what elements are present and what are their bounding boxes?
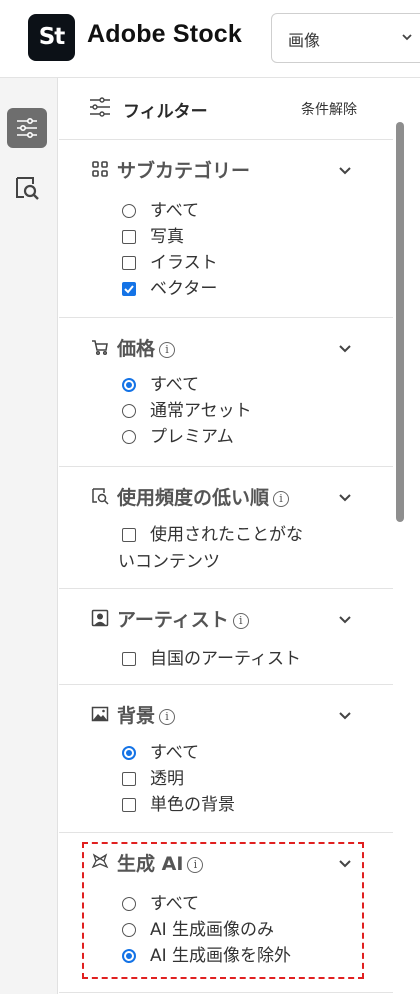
- option-label: すべて: [150, 743, 200, 763]
- sliders-icon: [90, 97, 110, 117]
- section-title[interactable]: 価格 i: [117, 334, 176, 361]
- option-label: 透明: [150, 769, 184, 789]
- filter-section-generative-ai: 生成 AI i: [59, 833, 393, 993]
- section-title-text: 背景: [117, 705, 156, 727]
- option-label: 使用されたことがな: [150, 525, 303, 545]
- checkmark-icon: [124, 285, 134, 294]
- section-title[interactable]: 生成 AI i: [117, 849, 204, 876]
- app-header: St Adobe Stock 画像: [0, 0, 420, 78]
- section-title[interactable]: アーティスト i: [117, 605, 249, 632]
- section-title[interactable]: 背景 i: [117, 701, 176, 728]
- radio-button[interactable]: [122, 923, 136, 937]
- checkbox[interactable]: [122, 230, 136, 244]
- section-title-text: 生成 AI: [117, 853, 184, 875]
- radio-button[interactable]: [122, 430, 136, 444]
- option-label: イラスト: [150, 253, 218, 273]
- radio-button[interactable]: [122, 897, 136, 911]
- filter-title: フィルター: [123, 102, 208, 122]
- option-label: ベクター: [150, 279, 218, 299]
- asset-type-select[interactable]: 画像: [271, 13, 420, 63]
- filter-panel: フィルター 条件解除 サブカテゴリー すべて 写真 イラスト ベクター 価格 i …: [59, 78, 393, 994]
- option-label: すべて: [150, 894, 200, 914]
- option-label: 単色の背景: [150, 795, 235, 815]
- person-icon: [91, 609, 109, 627]
- option-label-line2: いコンテンツ: [118, 552, 220, 572]
- asset-type-value: 画像: [288, 31, 321, 50]
- info-icon[interactable]: i: [159, 709, 176, 725]
- section-title-text: 使用頻度の低い順: [117, 487, 270, 509]
- filter-panel-header: フィルター 条件解除: [59, 78, 393, 140]
- chevron-down-icon[interactable]: [337, 707, 353, 723]
- option-label: AI 生成画像を除外: [150, 946, 292, 966]
- filter-section-undiscovered: 使用頻度の低い順 i 使用されたことがな いコンテンツ: [59, 467, 393, 589]
- clear-filters-link[interactable]: 条件解除: [301, 99, 357, 119]
- brand-name[interactable]: Adobe Stock: [87, 20, 242, 49]
- filter-section-subcategory: サブカテゴリー すべて 写真 イラスト ベクター: [59, 140, 393, 318]
- filter-section-background: 背景 i すべて 透明 単色の背景: [59, 685, 393, 833]
- option-label: AI 生成画像のみ: [150, 920, 275, 940]
- cart-icon: [92, 340, 108, 356]
- filter-section-artist: アーティスト i 自国のアーティスト: [59, 589, 393, 685]
- image-icon: [91, 706, 109, 722]
- info-icon[interactable]: i: [232, 613, 249, 629]
- option-label: プレミアム: [150, 427, 234, 447]
- section-title-text: 価格: [117, 338, 156, 360]
- checkbox-checked[interactable]: [122, 282, 136, 296]
- checkbox[interactable]: [122, 528, 136, 542]
- option-label: すべて: [150, 375, 200, 395]
- radio-button-selected[interactable]: [122, 746, 136, 760]
- radio-button[interactable]: [122, 204, 136, 218]
- filter-section-price: 価格 i すべて 通常アセット プレミアム: [59, 318, 393, 467]
- info-icon[interactable]: i: [273, 491, 290, 507]
- checkbox[interactable]: [122, 256, 136, 270]
- search-preview-icon: [16, 177, 39, 200]
- radio-button-selected[interactable]: [122, 378, 136, 392]
- checkbox[interactable]: [122, 798, 136, 812]
- ai-icon: [91, 853, 109, 869]
- chevron-down-icon: [402, 34, 412, 41]
- search-preview-button[interactable]: [13, 174, 43, 204]
- option-label: 自国のアーティスト: [150, 649, 301, 669]
- checkbox[interactable]: [122, 772, 136, 786]
- search-preview-icon: [92, 488, 109, 505]
- radio-button-selected[interactable]: [122, 949, 136, 963]
- section-title[interactable]: サブカテゴリー: [117, 156, 250, 183]
- radio-button[interactable]: [122, 404, 136, 418]
- chevron-down-icon[interactable]: [337, 611, 353, 627]
- chevron-down-icon[interactable]: [337, 855, 353, 871]
- info-icon[interactable]: i: [159, 342, 176, 358]
- grid-icon: [92, 161, 108, 177]
- checkbox[interactable]: [122, 652, 136, 666]
- filters-toggle-button[interactable]: [7, 108, 47, 148]
- scrollbar-thumb[interactable]: [396, 122, 404, 522]
- section-title[interactable]: 使用頻度の低い順 i: [117, 483, 290, 510]
- sliders-icon: [17, 117, 37, 138]
- chevron-down-icon[interactable]: [337, 489, 353, 505]
- option-label: 写真: [150, 227, 184, 247]
- info-icon[interactable]: i: [187, 857, 204, 873]
- option-label: すべて: [150, 201, 200, 221]
- left-rail: [0, 78, 58, 994]
- option-label: 通常アセット: [150, 401, 252, 421]
- adobe-stock-logo[interactable]: St: [28, 14, 75, 61]
- section-title-text: アーティスト: [117, 609, 229, 631]
- chevron-down-icon[interactable]: [337, 340, 353, 356]
- chevron-down-icon[interactable]: [337, 162, 353, 178]
